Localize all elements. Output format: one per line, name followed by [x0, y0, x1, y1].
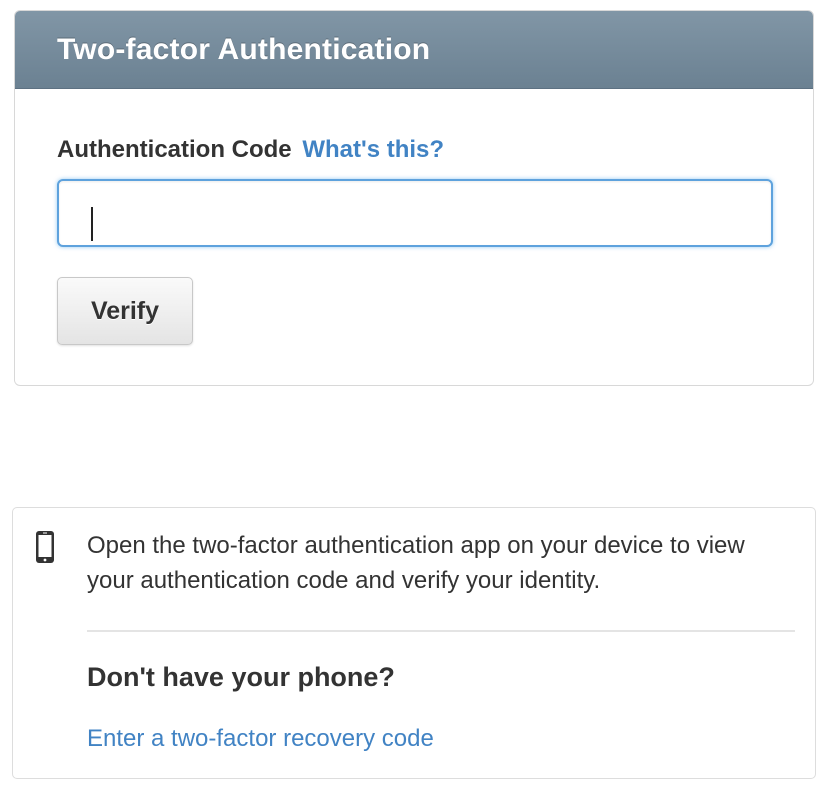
no-phone-heading: Don't have your phone?	[87, 662, 395, 692]
authentication-code-label: Authentication Code	[57, 136, 292, 163]
page-title: Two-factor Authentication	[57, 32, 431, 66]
whats-this-link[interactable]: What's this?	[302, 136, 444, 163]
mobile-phone-icon	[36, 531, 54, 563]
help-info-panel: Open the two-factor authentication app o…	[12, 507, 816, 779]
auth-form: Authentication Code What's this? Verify	[15, 89, 813, 345]
text-caret	[91, 207, 93, 241]
recovery-code-link[interactable]: Enter a two-factor recovery code	[87, 722, 434, 756]
instructions-text: Open the two-factor authentication app o…	[87, 532, 745, 594]
code-label-row: Authentication Code What's this?	[57, 135, 771, 165]
two-factor-auth-panel: Two-factor Authentication Authentication…	[14, 10, 814, 386]
authentication-code-input[interactable]	[57, 179, 773, 247]
panel-header: Two-factor Authentication	[15, 11, 813, 89]
verify-button[interactable]: Verify	[57, 277, 193, 345]
divider	[87, 630, 795, 632]
